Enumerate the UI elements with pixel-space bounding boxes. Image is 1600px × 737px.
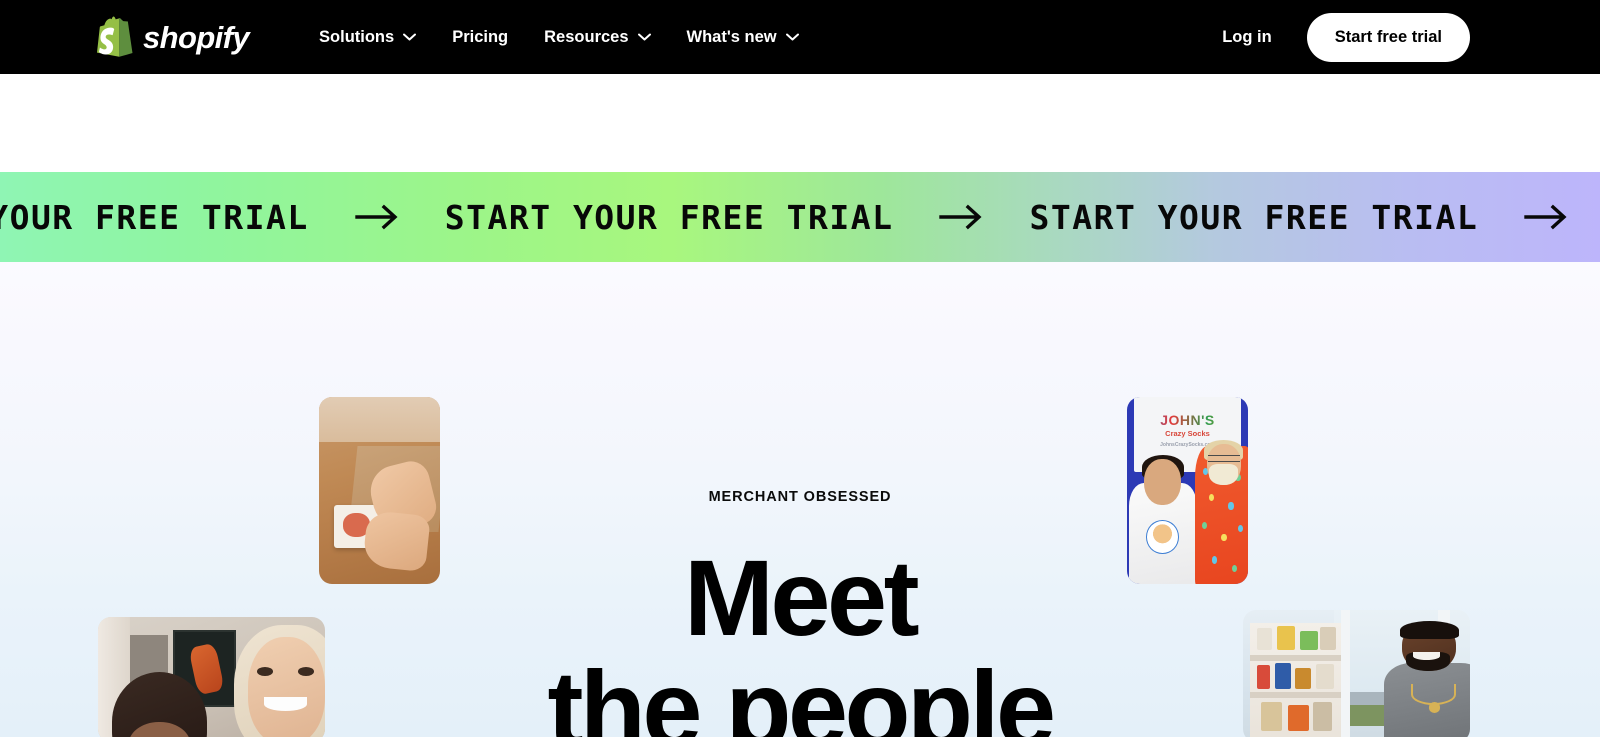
photo-shelf-board <box>1249 691 1341 699</box>
photo-shelf-item <box>1288 705 1309 732</box>
photo-polka-dot <box>1228 502 1234 510</box>
site-header: shopify Solutions Pricing Resources What… <box>0 0 1600 74</box>
shopify-logo[interactable]: shopify <box>97 15 250 59</box>
chevron-down-icon <box>785 33 799 41</box>
shopify-bag-icon <box>97 16 133 57</box>
photo-hoodie-logo <box>1146 520 1180 555</box>
marquee-text: START YOUR FREE TRIAL <box>1029 197 1479 237</box>
photo-shelf-item <box>1315 664 1334 690</box>
photo-polka-dot <box>1212 556 1218 564</box>
marquee-text: START YOUR FREE TRIAL <box>444 197 894 237</box>
photo-shelf-item <box>1320 627 1337 650</box>
nav-item-pricing[interactable]: Pricing <box>434 0 526 74</box>
photo-shelf-board <box>1249 654 1341 662</box>
arrow-right-icon <box>355 204 399 230</box>
photo-polka-dot <box>1201 522 1207 530</box>
photo-shelf-item <box>1277 625 1296 650</box>
nav-label-whats-new: What's new <box>686 27 777 46</box>
main-nav: Solutions Pricing Resources What's new <box>301 0 817 74</box>
photo-polka-dot <box>1221 533 1227 541</box>
free-trial-marquee[interactable]: START YOUR FREE TRIAL START YOUR FREE TR… <box>0 172 1600 262</box>
marquee-text: START YOUR FREE TRIAL <box>0 197 309 237</box>
chevron-down-icon <box>637 33 651 41</box>
photo-man-hair <box>1399 620 1459 640</box>
photo-woman-right-face <box>247 637 325 737</box>
photo-glasses <box>1208 454 1240 463</box>
photo-shelf-item <box>1261 702 1282 732</box>
photo-smile <box>263 697 307 711</box>
header-spacer <box>0 74 1600 172</box>
nav-label-solutions: Solutions <box>319 27 395 46</box>
photo-card-two-women-smiling[interactable] <box>98 617 325 737</box>
photo-person-left-face <box>1143 458 1182 506</box>
nav-item-whats-new[interactable]: What's new <box>669 0 817 74</box>
photo-card-man-with-shelves[interactable] <box>1243 610 1470 737</box>
photo-face-mask <box>1209 464 1239 485</box>
login-link[interactable]: Log in <box>1204 28 1289 47</box>
photo-polka-dot <box>1208 493 1214 502</box>
nav-item-solutions[interactable]: Solutions <box>301 0 434 74</box>
photo-shelf-item <box>1274 662 1291 690</box>
photo-polka-dot <box>1231 564 1238 573</box>
photo-eye <box>297 667 314 676</box>
photo-shelf-item <box>1299 631 1318 650</box>
chevron-down-icon <box>403 33 417 41</box>
photo-eye <box>256 667 273 676</box>
nav-label-pricing: Pricing <box>452 27 509 46</box>
sign-title: JOHN'S <box>1134 413 1240 427</box>
start-free-trial-button[interactable]: Start free trial <box>1306 12 1470 62</box>
hero-eyebrow: MERCHANT OBSESSED <box>708 489 892 505</box>
photo-card-packing-shoe-box[interactable] <box>319 397 440 584</box>
photo-shelf-item <box>1256 665 1271 690</box>
page-root: shopify Solutions Pricing Resources What… <box>0 0 1600 737</box>
hero-section: MERCHANT OBSESSED Meet the people JOHN'S… <box>0 262 1600 737</box>
photo-card-johns-crazy-socks[interactable]: JOHN'S Crazy Socks JohnsCrazySocks.com <box>1127 397 1248 584</box>
photo-window-frame <box>1340 610 1350 737</box>
marquee-track: START YOUR FREE TRIAL START YOUR FREE TR… <box>0 201 1600 234</box>
nav-item-resources[interactable]: Resources <box>526 0 668 74</box>
nav-label-resources: Resources <box>544 27 629 46</box>
photo-polka-dot <box>1237 525 1243 533</box>
arrow-right-icon <box>1524 204 1568 230</box>
photo-shelf-item <box>1313 702 1332 732</box>
shopify-wordmark: shopify <box>143 19 250 55</box>
photo-shelf-item <box>1256 628 1273 650</box>
photo-wall <box>319 397 440 442</box>
sign-subtitle: Crazy Socks <box>1165 428 1210 438</box>
arrow-right-icon <box>939 204 983 230</box>
header-actions: Log in Start free trial <box>1204 12 1470 62</box>
photo-shelf-item <box>1295 668 1312 690</box>
